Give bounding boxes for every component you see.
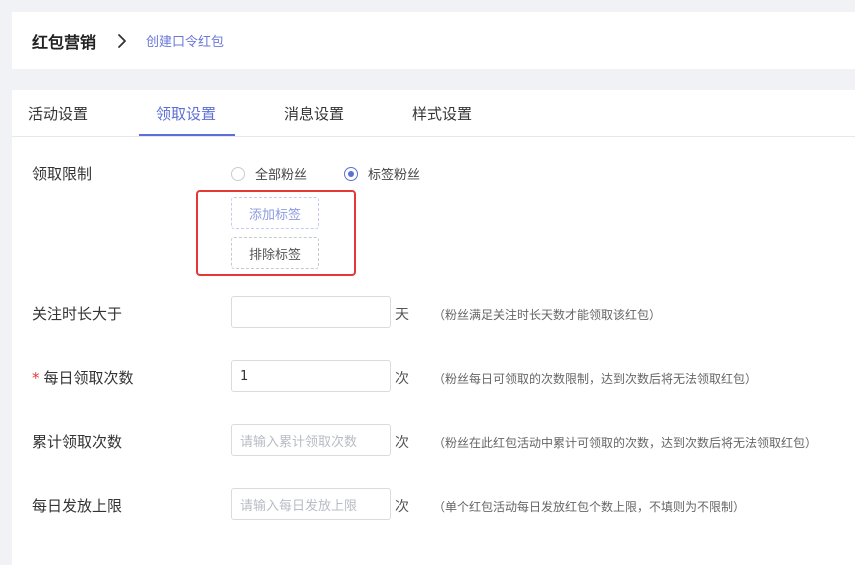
- page-header: 红包营销 创建口令红包: [12, 12, 855, 69]
- follow-duration-unit: 天: [395, 307, 409, 323]
- tab-message-settings[interactable]: 消息设置: [284, 90, 344, 137]
- breadcrumb-root[interactable]: 红包营销: [32, 29, 96, 53]
- add-tag-button[interactable]: 添加标签: [231, 197, 319, 229]
- required-mark: *: [32, 369, 40, 387]
- active-tab-indicator: [139, 134, 235, 136]
- daily-receive-input[interactable]: 1: [231, 360, 391, 392]
- daily-receive-label-text: 每日领取次数: [43, 369, 134, 387]
- radio-all-fans[interactable]: 全部粉丝: [231, 164, 307, 183]
- total-receive-hint: （粉丝在此红包活动中累计可领取的次数，达到次数后将无法领取红包）: [433, 436, 818, 450]
- daily-issue-limit-hint: （单个红包活动每日发放红包个数上限，不填则为不限制）: [433, 500, 746, 514]
- total-receive-unit: 次: [395, 435, 409, 451]
- total-receive-input[interactable]: 请输入累计领取次数: [231, 424, 391, 456]
- chevron-right-icon: [116, 32, 128, 50]
- receive-limit-label: 领取限制: [32, 165, 93, 183]
- daily-issue-limit-unit: 次: [395, 499, 409, 515]
- follow-duration-label: 关注时长大于: [32, 305, 123, 323]
- radio-circle-icon: [231, 166, 245, 181]
- radio-checked-icon: [344, 166, 358, 181]
- radio-all-fans-label: 全部粉丝: [255, 168, 308, 183]
- breadcrumb-current: 创建口令红包: [146, 35, 225, 50]
- tab-activity-settings[interactable]: 活动设置: [28, 90, 88, 137]
- daily-receive-label: * 每日领取次数: [32, 367, 134, 388]
- tab-bar: 活动设置 领取设置 消息设置 样式设置: [12, 90, 855, 137]
- daily-receive-hint: （粉丝每日可领取的次数限制，达到次数后将无法领取红包）: [433, 372, 758, 386]
- follow-duration-input[interactable]: [231, 296, 391, 328]
- form-panel: 活动设置 领取设置 消息设置 样式设置 领取限制 全部粉丝 标签粉丝 添加标签 …: [12, 90, 855, 565]
- tab-receive-settings[interactable]: 领取设置: [156, 90, 216, 137]
- daily-issue-limit-label: 每日发放上限: [32, 497, 123, 515]
- radio-tag-fans[interactable]: 标签粉丝: [344, 164, 420, 183]
- tab-style-settings[interactable]: 样式设置: [412, 90, 472, 137]
- follow-duration-hint: （粉丝满足关注时长天数才能领取该红包）: [433, 308, 662, 322]
- daily-issue-limit-input[interactable]: 请输入每日发放上限: [231, 488, 391, 520]
- daily-issue-limit-placeholder: 请输入每日发放上限: [240, 498, 358, 514]
- daily-receive-unit: 次: [395, 371, 409, 387]
- exclude-tag-button[interactable]: 排除标签: [231, 237, 319, 269]
- total-receive-label: 累计领取次数: [32, 433, 123, 451]
- radio-tag-fans-label: 标签粉丝: [368, 168, 421, 183]
- daily-receive-value: 1: [240, 368, 249, 384]
- total-receive-placeholder: 请输入累计领取次数: [240, 434, 358, 450]
